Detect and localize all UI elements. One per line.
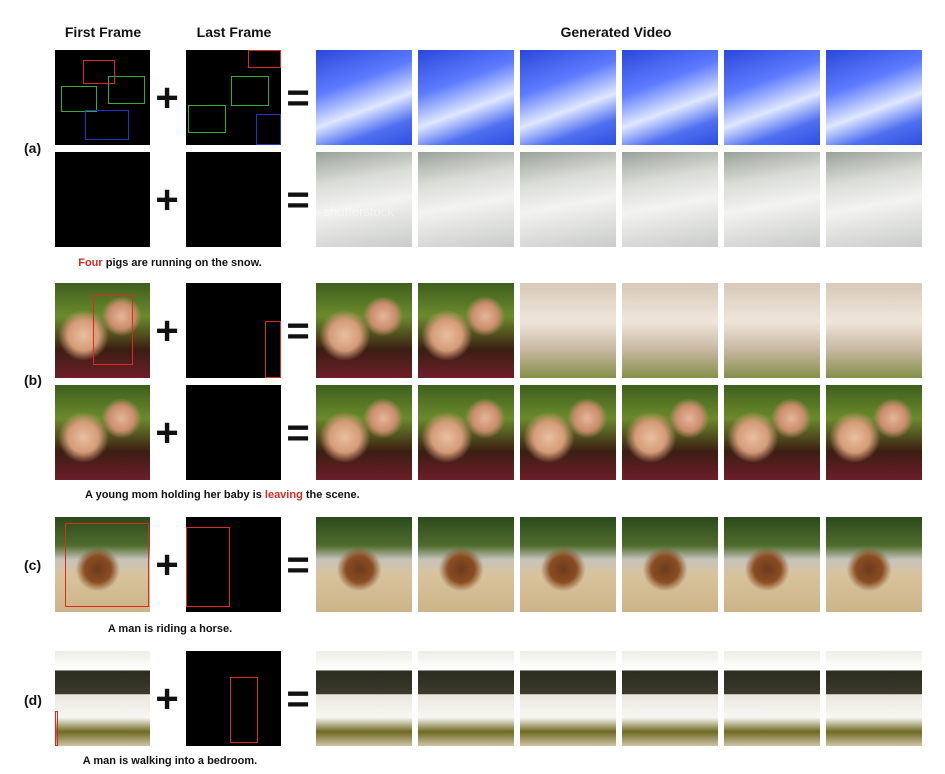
video-frame bbox=[520, 152, 616, 247]
plus-sign: + bbox=[155, 309, 179, 353]
video-frame bbox=[724, 152, 820, 247]
watermark: shutterstock bbox=[323, 203, 394, 219]
video-frame bbox=[724, 50, 820, 145]
first-frame-layout-a1 bbox=[55, 50, 150, 145]
last-frame-layout-b1 bbox=[186, 283, 281, 378]
bbox-green bbox=[188, 105, 226, 133]
plus-sign: + bbox=[155, 543, 179, 587]
bbox-green bbox=[108, 76, 145, 104]
video-frame bbox=[316, 50, 412, 145]
bbox-red bbox=[265, 321, 281, 378]
equals-sign: = bbox=[286, 309, 310, 353]
video-frame bbox=[622, 152, 718, 247]
plus-sign: + bbox=[155, 677, 179, 721]
video-frame bbox=[622, 385, 718, 480]
first-frame-image-b2 bbox=[55, 385, 150, 480]
header-last-frame: Last Frame bbox=[196, 24, 272, 40]
equals-sign: = bbox=[286, 677, 310, 721]
video-frame bbox=[418, 651, 514, 746]
first-frame-image-c bbox=[55, 517, 150, 612]
video-frame bbox=[622, 283, 718, 378]
last-frame-layout-d bbox=[186, 651, 281, 746]
video-frame bbox=[520, 517, 616, 612]
video-frame bbox=[622, 651, 718, 746]
video-frame bbox=[622, 517, 718, 612]
video-frame bbox=[826, 517, 922, 612]
video-frame bbox=[316, 283, 412, 378]
caption-text: pigs are running on the snow. bbox=[102, 257, 262, 269]
bbox-red bbox=[186, 527, 230, 607]
last-frame-empty-a2 bbox=[186, 152, 281, 247]
video-frame bbox=[826, 50, 922, 145]
row-label-b: (b) bbox=[24, 372, 42, 388]
bbox-blue bbox=[85, 110, 129, 140]
caption-a: Four pigs are running on the snow. bbox=[55, 257, 285, 269]
row-label-c: (c) bbox=[24, 557, 42, 573]
video-frame bbox=[826, 385, 922, 480]
caption-highlight: leaving bbox=[264, 489, 303, 501]
bbox-green bbox=[231, 76, 269, 106]
video-frame bbox=[418, 517, 514, 612]
equals-sign: = bbox=[286, 411, 310, 455]
video-frame bbox=[520, 385, 616, 480]
video-frame bbox=[826, 152, 922, 247]
video-frame bbox=[418, 152, 514, 247]
video-frame bbox=[418, 385, 514, 480]
bbox-blue bbox=[256, 114, 281, 145]
first-frame-empty-a2 bbox=[55, 152, 150, 247]
video-frame bbox=[520, 50, 616, 145]
row-label-d: (d) bbox=[24, 692, 42, 708]
bbox-green bbox=[61, 86, 97, 112]
video-frame bbox=[724, 651, 820, 746]
last-frame-empty-b2 bbox=[186, 385, 281, 480]
plus-sign: + bbox=[155, 411, 179, 455]
equals-sign: = bbox=[286, 543, 310, 587]
caption-d: A man is walking into a bedroom. bbox=[82, 755, 258, 767]
bbox-red bbox=[230, 677, 258, 743]
video-frame bbox=[316, 651, 412, 746]
video-frame bbox=[826, 651, 922, 746]
equals-sign: = bbox=[286, 178, 310, 222]
video-frame bbox=[520, 283, 616, 378]
caption-highlight: Four bbox=[78, 257, 103, 269]
video-frame bbox=[724, 385, 820, 480]
video-frame bbox=[724, 517, 820, 612]
caption-text: the scene. bbox=[302, 489, 360, 501]
bbox-red bbox=[65, 523, 149, 607]
video-frame bbox=[520, 651, 616, 746]
header-first-frame: First Frame bbox=[64, 24, 142, 40]
first-frame-image-b1 bbox=[55, 283, 150, 378]
caption-c: A man is riding a horse. bbox=[107, 623, 233, 635]
video-frame bbox=[418, 50, 514, 145]
header-generated-video: Generated Video bbox=[560, 24, 672, 40]
caption-b: A young mom holding her baby is leaving … bbox=[55, 489, 405, 501]
video-frame bbox=[826, 283, 922, 378]
bbox-red bbox=[93, 295, 133, 365]
caption-text: A young mom holding her baby is bbox=[85, 489, 265, 501]
bbox-red bbox=[248, 50, 281, 68]
video-frame bbox=[316, 385, 412, 480]
last-frame-layout-c bbox=[186, 517, 281, 612]
video-frame bbox=[418, 283, 514, 378]
plus-sign: + bbox=[155, 76, 179, 120]
row-label-a: (a) bbox=[24, 140, 42, 156]
equals-sign: = bbox=[286, 76, 310, 120]
video-frame bbox=[316, 517, 412, 612]
plus-sign: + bbox=[155, 178, 179, 222]
video-frame bbox=[724, 283, 820, 378]
video-frame: shutterstock bbox=[316, 152, 412, 247]
first-frame-image-d bbox=[55, 651, 150, 746]
last-frame-layout-a1 bbox=[186, 50, 281, 145]
video-frame bbox=[622, 50, 718, 145]
bbox-red bbox=[55, 711, 58, 746]
